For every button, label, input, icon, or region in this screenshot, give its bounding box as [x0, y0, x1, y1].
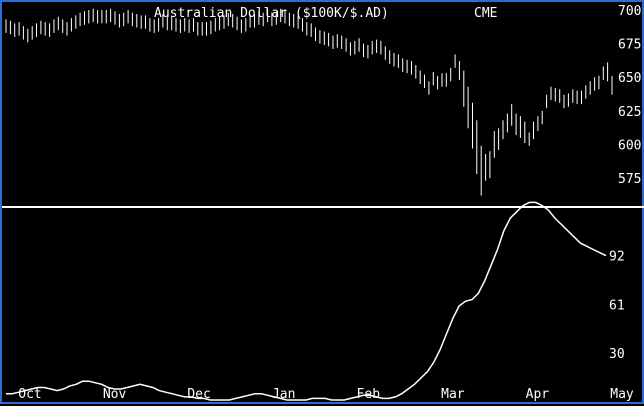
x-tick-label: May	[610, 387, 634, 402]
price-tick-label: 625	[618, 105, 641, 120]
x-tick-label: Mar	[441, 387, 465, 402]
price-tick-label: 675	[618, 38, 641, 53]
price-tick-label: 700	[618, 4, 641, 19]
x-tick-label: Oct	[18, 387, 41, 402]
price-panel: 575 600 625 650 675 700	[5, 4, 641, 196]
x-tick-label: Jan	[272, 387, 295, 402]
x-tick-label: Feb	[357, 387, 381, 402]
indicator-tick-label: 61	[609, 298, 625, 313]
exchange-label: CME	[474, 6, 497, 21]
indicator-tick-label: 92	[609, 250, 625, 265]
price-tick-label: 600	[618, 139, 641, 154]
x-tick-label: Nov	[103, 387, 127, 402]
price-tick-label: 575	[618, 172, 641, 187]
chart-window: 575 600 625 650 675 700 30 61 92 Oct Nov Dec Jan Fe…	[0, 0, 644, 404]
x-tick-label: Apr	[526, 387, 550, 402]
indicator-panel: 30 61 92	[6, 201, 625, 401]
price-tick-label: 650	[618, 71, 641, 86]
x-axis-labels: Oct Nov Dec Jan Feb Mar Apr May	[18, 387, 634, 402]
indicator-tick-label: 30	[609, 347, 625, 362]
chart-canvas: 575 600 625 650 675 700 30 61 92 Oct Nov Dec Jan Fe…	[2, 4, 644, 402]
x-tick-label: Dec	[187, 387, 210, 402]
indicator-line	[6, 201, 607, 401]
chart-title: Australian Dollar ($100K/$.AD)	[154, 6, 389, 21]
